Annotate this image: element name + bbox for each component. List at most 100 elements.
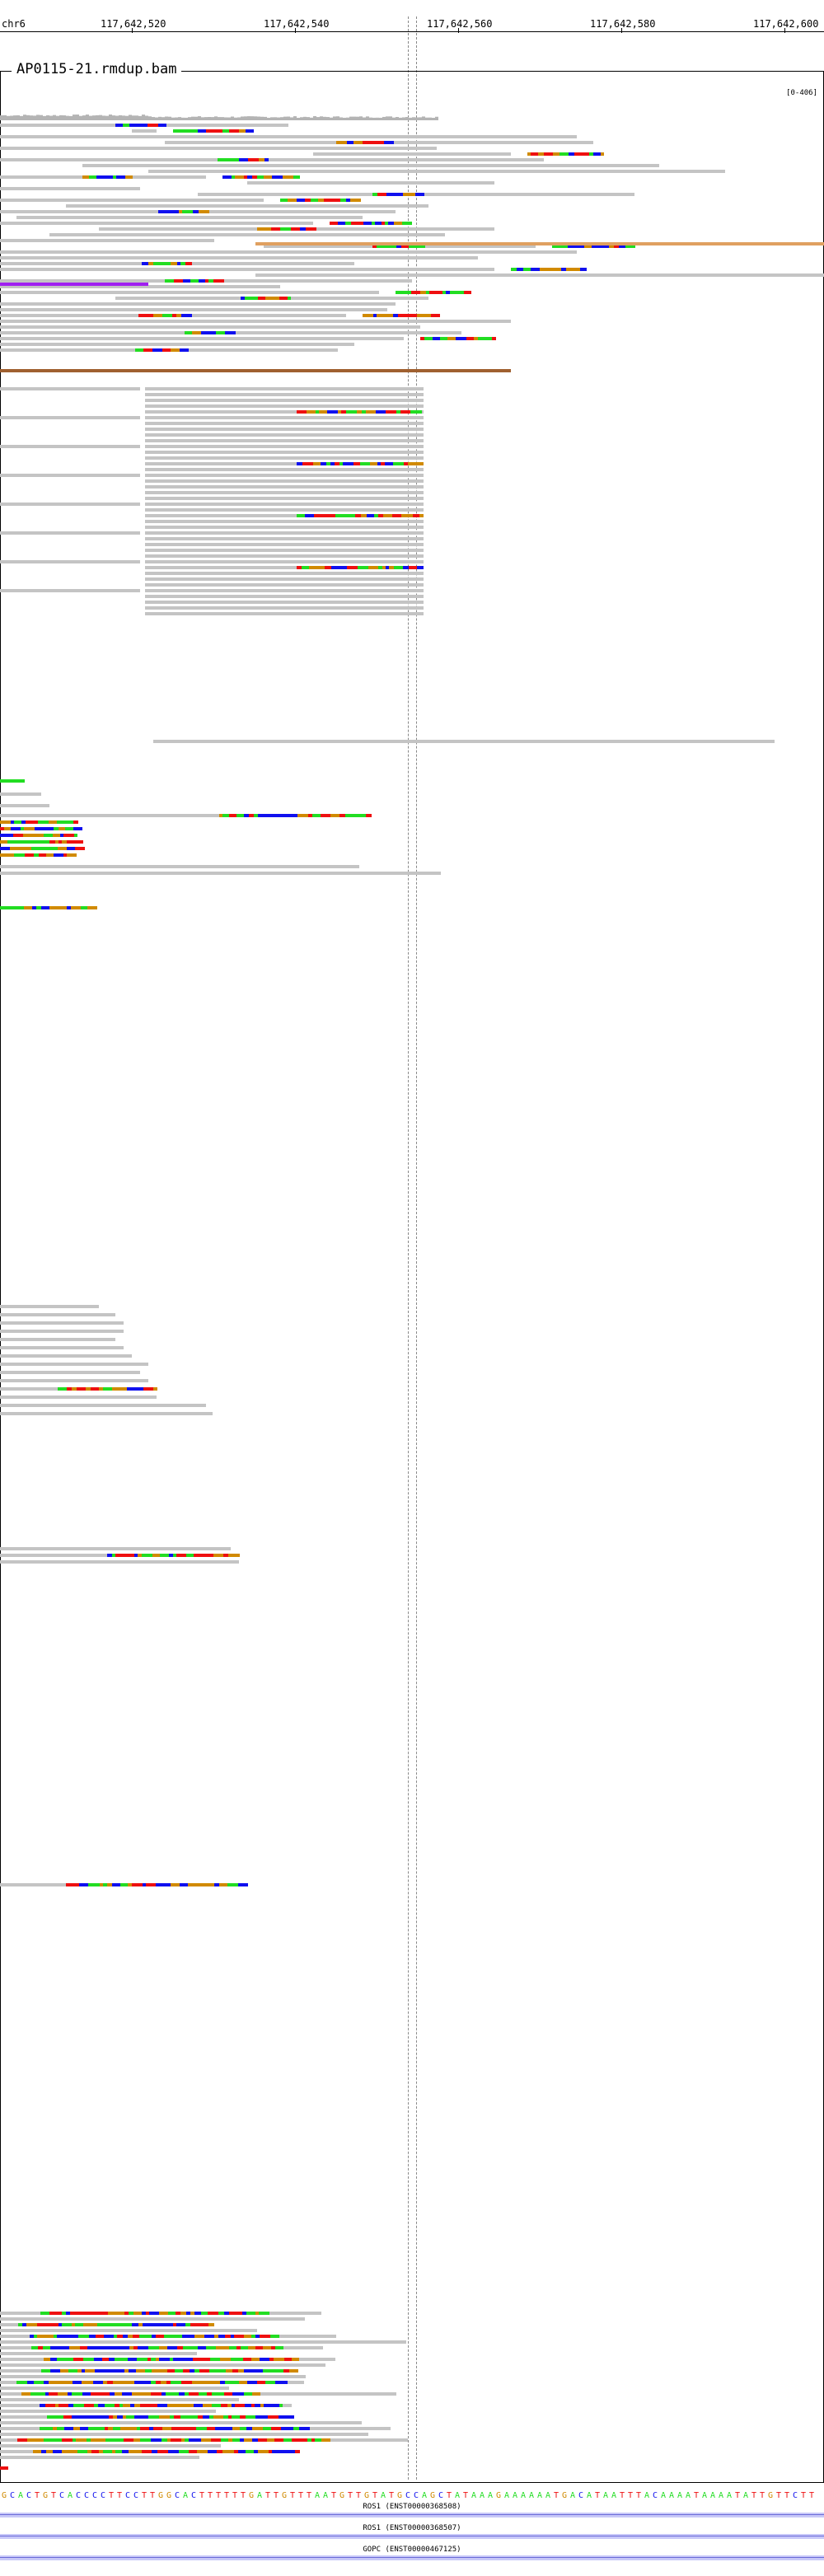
mismatch-base[interactable] bbox=[456, 337, 466, 340]
mismatch-base[interactable] bbox=[217, 2392, 224, 2396]
mismatch-base[interactable] bbox=[159, 2346, 167, 2349]
mismatch-base[interactable] bbox=[187, 2415, 198, 2419]
mismatch-base[interactable] bbox=[133, 2335, 139, 2338]
mismatch-base[interactable] bbox=[0, 834, 3, 837]
mismatch-base[interactable] bbox=[82, 175, 89, 179]
coverage-bar[interactable] bbox=[214, 116, 218, 120]
mismatch-base[interactable] bbox=[187, 314, 192, 317]
mismatch-base[interactable] bbox=[293, 2427, 299, 2430]
mismatch-base[interactable] bbox=[180, 2415, 187, 2419]
mismatch-base[interactable] bbox=[128, 2335, 133, 2338]
mismatch-base[interactable] bbox=[404, 462, 408, 465]
coverage-bar[interactable] bbox=[76, 115, 79, 120]
mismatch-base[interactable] bbox=[62, 840, 67, 844]
mismatch-base[interactable] bbox=[181, 2438, 185, 2442]
mismatch-base[interactable] bbox=[257, 2381, 265, 2384]
mismatch-base[interactable] bbox=[134, 1554, 138, 1557]
mismatch-base[interactable] bbox=[239, 129, 246, 133]
mismatch-base[interactable] bbox=[264, 2404, 274, 2407]
aligned-read[interactable] bbox=[145, 422, 424, 425]
mismatch-base[interactable] bbox=[73, 2427, 80, 2430]
coverage-bar[interactable] bbox=[129, 115, 132, 120]
mismatch-base[interactable] bbox=[414, 410, 422, 414]
mismatch-base[interactable] bbox=[198, 2415, 203, 2419]
mismatch-base[interactable] bbox=[385, 462, 393, 465]
mismatch-base[interactable] bbox=[338, 222, 341, 225]
mismatch-base[interactable] bbox=[21, 827, 24, 830]
mismatch-base[interactable] bbox=[57, 2450, 62, 2453]
mismatch-base[interactable] bbox=[241, 297, 245, 300]
coverage-bar[interactable] bbox=[409, 117, 412, 120]
coverage-bar[interactable] bbox=[125, 115, 129, 120]
mismatch-base[interactable] bbox=[185, 2392, 189, 2396]
mismatch-base[interactable] bbox=[415, 193, 424, 196]
aligned-read[interactable] bbox=[145, 387, 424, 390]
mismatch-base[interactable] bbox=[112, 1387, 118, 1391]
aligned-read[interactable] bbox=[145, 456, 424, 460]
mismatch-base[interactable] bbox=[95, 2369, 98, 2373]
mismatch-base[interactable] bbox=[181, 2381, 192, 2384]
mismatch-base[interactable] bbox=[108, 2346, 115, 2349]
coverage-bar[interactable] bbox=[138, 115, 142, 120]
mismatch-base[interactable] bbox=[240, 2415, 246, 2419]
mismatch-base[interactable] bbox=[49, 2392, 58, 2396]
mismatch-base[interactable] bbox=[68, 2335, 78, 2338]
coverage-bar[interactable] bbox=[376, 117, 379, 120]
mismatch-base[interactable] bbox=[175, 2369, 183, 2373]
mismatch-base[interactable] bbox=[103, 2450, 112, 2453]
coverage-bar[interactable] bbox=[372, 117, 376, 120]
mismatch-base[interactable] bbox=[0, 827, 4, 830]
mismatch-base[interactable] bbox=[124, 2438, 133, 2442]
mismatch-base[interactable] bbox=[133, 2346, 138, 2349]
mismatch-base[interactable] bbox=[143, 348, 152, 352]
mismatch-base[interactable] bbox=[115, 2346, 123, 2349]
mismatch-base[interactable] bbox=[196, 2427, 207, 2430]
mismatch-base[interactable] bbox=[241, 2346, 248, 2349]
mismatch-base[interactable] bbox=[255, 2312, 259, 2315]
mismatch-base[interactable] bbox=[167, 2369, 171, 2373]
mismatch-base[interactable] bbox=[345, 814, 350, 817]
coverage-bar[interactable] bbox=[16, 115, 20, 120]
mismatch-base[interactable] bbox=[60, 853, 63, 857]
mismatch-base[interactable] bbox=[420, 291, 426, 294]
mismatch-base[interactable] bbox=[122, 2450, 129, 2453]
mismatch-base[interactable] bbox=[231, 2335, 234, 2338]
mismatch-base[interactable] bbox=[316, 410, 319, 414]
aligned-read[interactable] bbox=[0, 1404, 206, 1407]
mismatch-base[interactable] bbox=[292, 2358, 299, 2361]
aligned-read[interactable] bbox=[0, 2444, 221, 2447]
aligned-read[interactable] bbox=[0, 1547, 231, 1550]
mismatch-base[interactable] bbox=[203, 2404, 212, 2407]
mismatch-base[interactable] bbox=[224, 2312, 229, 2315]
mismatch-base[interactable] bbox=[75, 847, 85, 850]
aligned-read[interactable] bbox=[0, 560, 140, 563]
mismatch-base[interactable] bbox=[229, 2312, 234, 2315]
coverage-bar[interactable] bbox=[297, 117, 300, 120]
alignment-reads[interactable] bbox=[0, 0, 824, 2576]
mismatch-base[interactable] bbox=[151, 2358, 156, 2361]
coverage-bar[interactable] bbox=[264, 116, 267, 120]
mismatch-base[interactable] bbox=[297, 814, 308, 817]
mismatch-base[interactable] bbox=[142, 2312, 146, 2315]
mismatch-base[interactable] bbox=[157, 2404, 167, 2407]
mismatch-base[interactable] bbox=[62, 2346, 69, 2349]
mismatch-base[interactable] bbox=[177, 262, 180, 265]
mismatch-base[interactable] bbox=[55, 840, 59, 844]
mismatch-base[interactable] bbox=[75, 2323, 83, 2326]
mismatch-base[interactable] bbox=[263, 814, 274, 817]
mismatch-base[interactable] bbox=[162, 348, 171, 352]
mismatch-base[interactable] bbox=[100, 2392, 105, 2396]
mismatch-base[interactable] bbox=[553, 152, 559, 156]
coverage-bar[interactable] bbox=[181, 117, 185, 120]
coverage-bar[interactable] bbox=[300, 117, 303, 120]
mismatch-base[interactable] bbox=[123, 124, 129, 127]
mismatch-base[interactable] bbox=[229, 2346, 236, 2349]
mismatch-base[interactable] bbox=[194, 2335, 204, 2338]
mismatch-base[interactable] bbox=[284, 2358, 292, 2361]
mismatch-base[interactable] bbox=[67, 847, 75, 850]
mismatch-base[interactable] bbox=[37, 2438, 44, 2442]
mismatch-base[interactable] bbox=[291, 227, 297, 231]
mismatch-base[interactable] bbox=[63, 2358, 73, 2361]
mismatch-base[interactable] bbox=[274, 297, 279, 300]
aligned-read[interactable] bbox=[153, 740, 775, 743]
